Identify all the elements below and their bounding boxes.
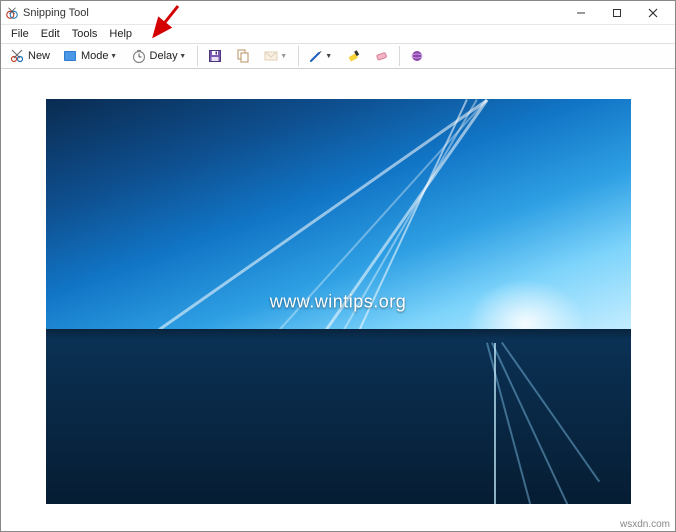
chevron-down-icon: ▼: [109, 53, 119, 60]
eraser-icon: [374, 48, 390, 64]
new-snip-button[interactable]: New: [4, 45, 55, 67]
toolbar: New Mode ▼ Delay ▼: [1, 43, 675, 69]
mode-button[interactable]: Mode ▼: [57, 45, 124, 67]
menu-tools[interactable]: Tools: [66, 27, 104, 41]
mode-label: Mode: [81, 50, 109, 62]
pen-button[interactable]: ▼: [303, 45, 339, 67]
edit-with-paint3d-button[interactable]: [404, 45, 430, 67]
save-button[interactable]: [202, 45, 228, 67]
paint3d-icon: [409, 48, 425, 64]
highlighter-icon: [346, 48, 362, 64]
clock-icon: [131, 48, 147, 64]
captured-snip-image: www.wintips.org: [46, 99, 631, 504]
toolbar-separator: [399, 46, 400, 66]
window-controls: [563, 1, 671, 24]
chevron-down-icon: ▼: [279, 53, 289, 60]
delay-label: Delay: [150, 50, 178, 62]
chevron-down-icon: ▼: [178, 53, 188, 60]
menu-edit[interactable]: Edit: [35, 27, 66, 41]
save-icon: [207, 48, 223, 64]
toolbar-separator: [197, 46, 198, 66]
copy-button[interactable]: [230, 45, 256, 67]
titlebar: Snipping Tool: [1, 1, 675, 25]
copy-icon: [235, 48, 251, 64]
chevron-down-icon: ▼: [324, 53, 334, 60]
pen-icon: [308, 48, 324, 64]
new-snip-label: New: [28, 50, 50, 62]
maximize-button[interactable]: [599, 2, 635, 24]
close-button[interactable]: [635, 2, 671, 24]
minimize-button[interactable]: [563, 2, 599, 24]
delay-button[interactable]: Delay ▼: [126, 45, 193, 67]
toolbar-separator: [298, 46, 299, 66]
send-button[interactable]: ▼: [258, 45, 294, 67]
content-area: www.wintips.org: [1, 69, 675, 531]
mode-icon: [62, 48, 78, 64]
menu-file[interactable]: File: [5, 27, 35, 41]
scissors-icon: [9, 48, 25, 64]
menubar: File Edit Tools Help: [1, 25, 675, 43]
window-title: Snipping Tool: [23, 7, 563, 19]
menu-help[interactable]: Help: [103, 27, 138, 41]
eraser-button[interactable]: [369, 45, 395, 67]
window-frame: Snipping Tool File Edit Tools Help: [0, 0, 676, 532]
app-icon: [5, 6, 19, 20]
highlighter-button[interactable]: [341, 45, 367, 67]
mail-icon: [263, 48, 279, 64]
